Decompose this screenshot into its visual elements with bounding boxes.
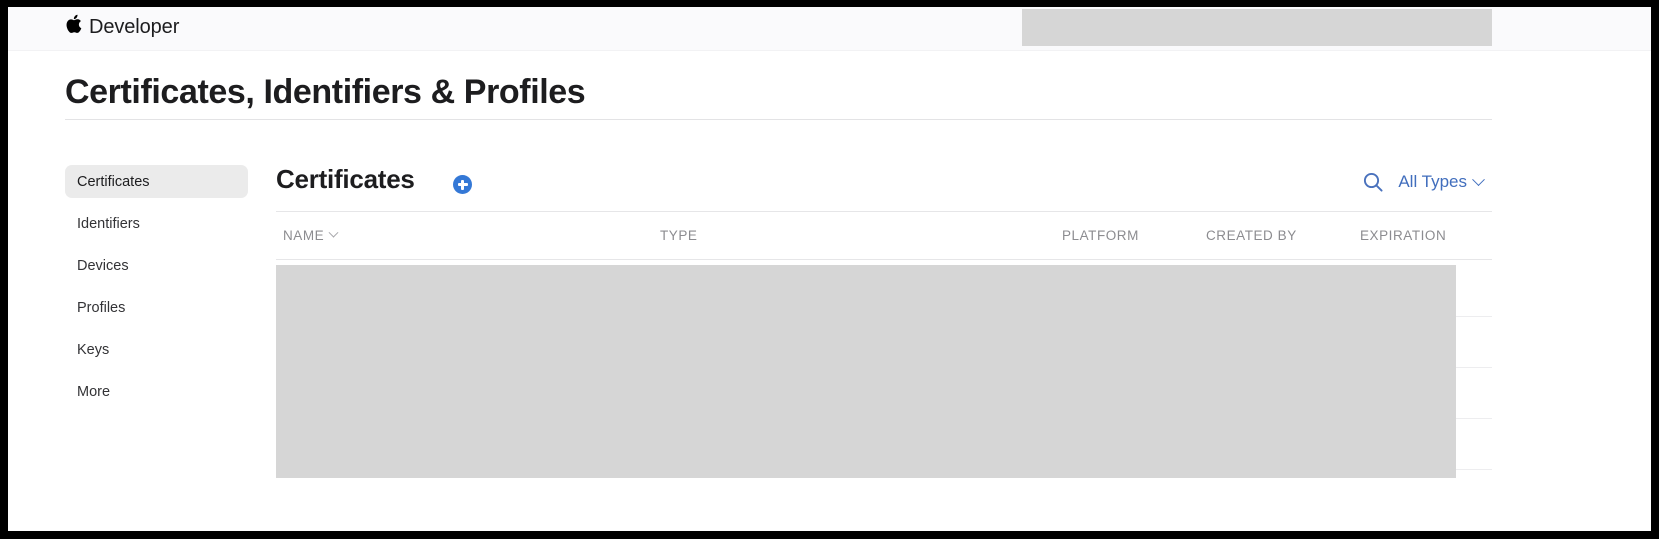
screenshot-frame: Developer Certificates, Identifiers & Pr… [0, 0, 1659, 539]
section-title: Certificates [276, 164, 415, 194]
apple-developer-brand[interactable]: Developer [65, 12, 179, 42]
column-header-type: TYPE [660, 228, 697, 243]
sidebar-item-label: More [77, 383, 111, 400]
panel-header: Certificates All Types [276, 159, 1492, 205]
globalnav-redaction-overlay [1022, 9, 1492, 46]
chevron-down-icon [1472, 172, 1485, 186]
sidebar-navigation: Certificates Identifiers Devices Profile… [65, 165, 248, 417]
apple-logo-icon [65, 14, 82, 38]
column-header-created-by: CREATED BY [1206, 228, 1297, 243]
column-header-expiration: EXPIRATION [1360, 228, 1446, 243]
table-body [276, 259, 1492, 519]
certificates-table: NAME TYPE PLATFORM CREATED BY EXPIRATION [276, 211, 1492, 519]
column-header-label: CREATED BY [1206, 228, 1297, 243]
panel-toolbar: All Types [1362, 171, 1485, 193]
column-header-label: EXPIRATION [1360, 228, 1447, 243]
sort-chevron-down-icon [328, 227, 339, 238]
sidebar-item-profiles[interactable]: Profiles [65, 291, 248, 324]
sidebar-item-label: Keys [77, 341, 110, 358]
sidebar-item-label: Devices [77, 257, 129, 274]
table-column-headers: NAME TYPE PLATFORM CREATED BY EXPIRATION [276, 211, 1492, 259]
sidebar-item-identifiers[interactable]: Identifiers [65, 207, 248, 240]
brand-label: Developer [89, 15, 180, 38]
add-certificate-button[interactable] [453, 175, 472, 194]
sidebar-item-label: Certificates [77, 173, 150, 190]
title-divider [65, 119, 1492, 120]
type-filter-dropdown[interactable]: All Types [1398, 172, 1485, 192]
certificates-panel: Certificates All Types NAME TYPE PLATFOR… [276, 159, 1492, 519]
column-header-label: NAME [283, 228, 325, 243]
type-filter-label: All Types [1398, 172, 1467, 191]
sidebar-item-devices[interactable]: Devices [65, 249, 248, 282]
developer-portal-page: Developer Certificates, Identifiers & Pr… [8, 7, 1651, 531]
table-body-redaction-overlay [276, 265, 1456, 478]
sidebar-item-certificates[interactable]: Certificates [65, 165, 248, 198]
sidebar-item-label: Profiles [77, 299, 126, 316]
column-header-label: PLATFORM [1062, 228, 1139, 243]
column-header-label: TYPE [660, 228, 698, 243]
column-header-platform: PLATFORM [1062, 228, 1139, 243]
sidebar-item-more[interactable]: More [65, 375, 248, 408]
column-header-name[interactable]: NAME [283, 227, 339, 243]
sidebar-item-keys[interactable]: Keys [65, 333, 248, 366]
page-title: Certificates, Identifiers & Profiles [65, 73, 586, 111]
sidebar-item-label: Identifiers [77, 215, 140, 232]
search-icon[interactable] [1362, 171, 1384, 193]
plus-icon-vertical [461, 179, 464, 190]
global-navigation-bar: Developer [8, 7, 1651, 51]
